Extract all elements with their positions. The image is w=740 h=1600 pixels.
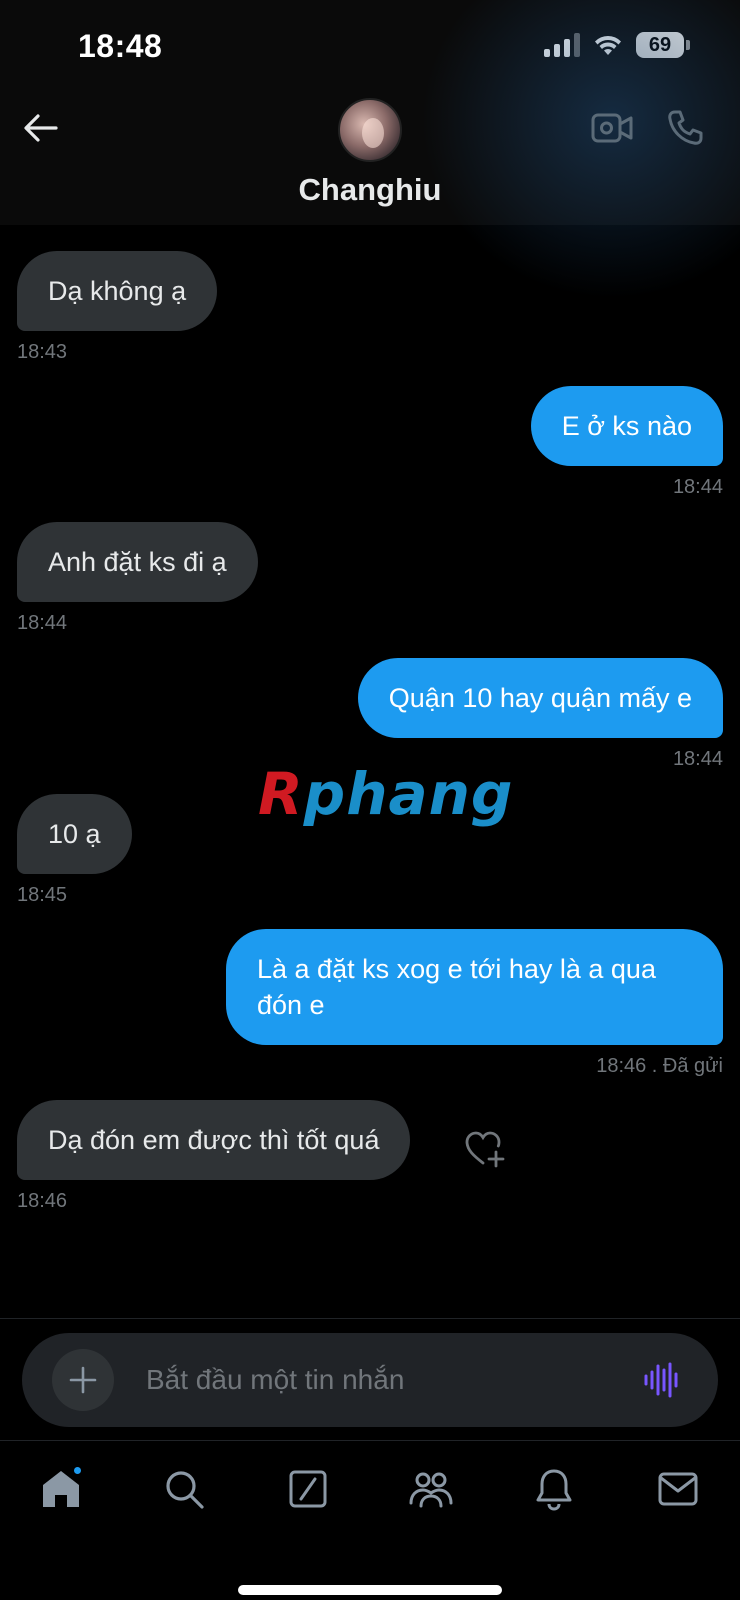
tab-grok[interactable] <box>282 1463 334 1515</box>
status-bar: 18:48 69 <box>0 0 740 95</box>
voice-waveform-icon <box>644 1362 678 1398</box>
watermark-part-2: phang <box>303 760 514 828</box>
message-bubble[interactable]: 10 ạ <box>17 794 132 874</box>
voice-message-button[interactable] <box>642 1360 682 1400</box>
conversation-header: Changhiu <box>0 0 740 300</box>
video-call-button[interactable] <box>590 110 634 146</box>
grok-icon <box>289 1470 327 1508</box>
arrow-left-icon <box>24 114 58 142</box>
bell-icon <box>536 1469 572 1511</box>
avatar[interactable] <box>338 98 402 162</box>
tab-messages[interactable] <box>652 1463 704 1515</box>
tab-search[interactable] <box>158 1463 210 1515</box>
message-time: 18:44 <box>17 612 68 634</box>
tab-home[interactable] <box>35 1463 87 1515</box>
message-time: 18:43 <box>17 341 68 363</box>
message-incoming: Dạ không ạ 18:43 <box>17 251 218 364</box>
video-camera-icon <box>591 113 633 143</box>
phone-call-button[interactable] <box>665 108 705 148</box>
battery-level: 69 <box>636 32 684 58</box>
home-indicator[interactable] <box>238 1585 502 1595</box>
bottom-tab-bar <box>0 1440 740 1600</box>
add-media-button[interactable] <box>52 1349 114 1411</box>
message-incoming: 10 ạ 18:45 <box>17 794 132 907</box>
communities-icon <box>409 1472 453 1508</box>
plus-icon <box>69 1366 97 1394</box>
battery-indicator: 69 <box>636 32 690 58</box>
message-bubble[interactable]: Là a đặt ks xog e tới hay là a qua đón e <box>226 929 723 1045</box>
message-bubble[interactable]: Quận 10 hay quận mấy e <box>357 658 723 738</box>
search-icon <box>166 1471 204 1509</box>
add-reaction-button[interactable] <box>464 1130 506 1168</box>
status-icons: 69 <box>544 32 690 58</box>
tab-communities[interactable] <box>405 1463 457 1515</box>
contact-name[interactable]: Changhiu <box>0 172 740 208</box>
message-outgoing: Là a đặt ks xog e tới hay là a qua đón e… <box>226 929 723 1078</box>
cellular-signal-icon <box>544 33 580 57</box>
message-incoming: Anh đặt ks đi ạ 18:44 <box>17 522 258 635</box>
message-bubble[interactable]: Dạ không ạ <box>17 251 218 331</box>
message-outgoing: E ở ks nào 18:44 <box>530 386 723 499</box>
back-button[interactable] <box>20 108 60 148</box>
notification-dot <box>72 1465 83 1476</box>
battery-tip <box>686 40 690 50</box>
message-time: 18:45 <box>17 884 68 906</box>
status-time: 18:48 <box>78 28 163 64</box>
message-bubble[interactable]: E ở ks nào <box>530 386 723 466</box>
wifi-icon <box>595 35 621 55</box>
heart-plus-icon <box>465 1131 505 1168</box>
message-bubble[interactable]: Dạ đón em được thì tốt quá <box>17 1100 411 1180</box>
message-time: 18:46 <box>17 1190 68 1212</box>
message-outgoing: Quận 10 hay quận mấy e 18:44 <box>357 658 723 771</box>
message-composer <box>22 1333 718 1427</box>
watermark-logo: Rphang <box>258 760 513 828</box>
watermark-part-1: R <box>258 760 304 828</box>
phone-icon <box>668 110 703 145</box>
message-bubble[interactable]: Anh đặt ks đi ạ <box>17 522 258 602</box>
message-time: 18:44 <box>672 476 723 498</box>
message-time: 18:46 . Đã gửi <box>596 1055 723 1077</box>
message-incoming: Dạ đón em được thì tốt quá 18:46 <box>17 1100 411 1213</box>
message-input[interactable] <box>146 1355 616 1405</box>
envelope-icon <box>658 1472 698 1506</box>
tab-notifications[interactable] <box>528 1463 580 1515</box>
composer-area <box>0 1318 740 1440</box>
